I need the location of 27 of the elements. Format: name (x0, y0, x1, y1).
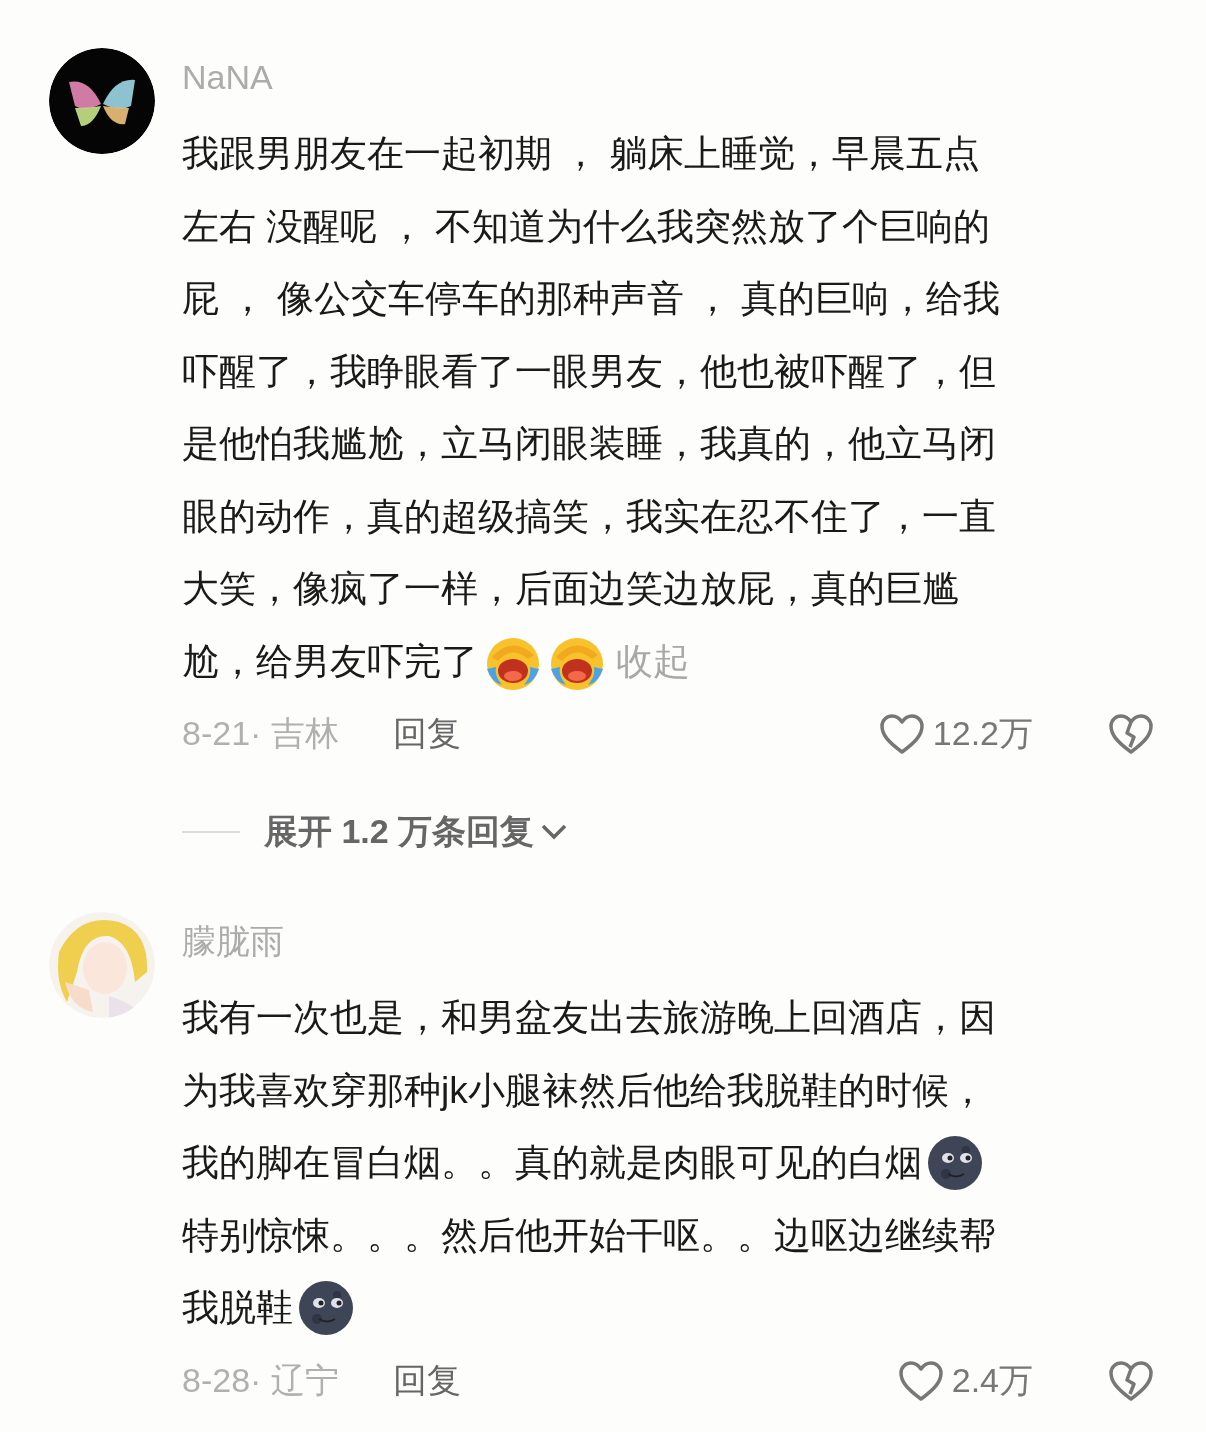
comment-text: 我的脚在冒白烟。。真的就是肉眼可见的白烟 (182, 1141, 922, 1186)
like-count: 2.4万 (951, 1359, 1033, 1401)
reply-button[interactable]: 回复 (392, 711, 461, 757)
moon-face-icon (297, 1279, 355, 1338)
heart-icon[interactable] (897, 1359, 944, 1402)
comment-text: 是他怕我尴尬，立马闭眼装睡，我真的，他立马闭 (182, 422, 996, 467)
moon-face-icon (926, 1134, 984, 1193)
reply-button[interactable]: 回复 (392, 1357, 461, 1404)
comment-text: 大笑，像疯了一样，后面边笑边放屁，真的巨尴 (182, 567, 959, 612)
like-count: 12.2万 (932, 713, 1033, 754)
comment-text: 吓醒了，我睁眼看了一眼男友，他也被吓醒了，但 (182, 349, 996, 394)
comment-text: 左右 没醒呢 ， 不知道为什么我突然放了个巨响的 (182, 204, 990, 249)
comment-text: 我跟男朋友在一起初期 ， 躺床上睡觉，早晨五点 (182, 132, 980, 177)
comment-text: 尬，给男友吓完了 (182, 639, 478, 684)
chevron-down-icon (540, 823, 569, 841)
comment-text: 我脱鞋 (182, 1286, 293, 1331)
expand-replies-button[interactable]: 展开 1.2 万条回复 (264, 809, 569, 855)
comment-text: 特别惊悚。。。然后他开始干呕。。边呕边继续帮 (182, 1213, 996, 1258)
comment-text: 为我喜欢穿那种jk小腿袜然后他给我脱鞋的时候， (182, 1068, 986, 1113)
date-location: 8-28· 辽宁 (182, 1359, 339, 1401)
date-location: 8-21· 吉林 (182, 713, 339, 754)
comment-text: 屁 ， 像公交车停车的那种声音 ， 真的巨响，给我 (182, 277, 1001, 322)
comment-text: 我有一次也是，和男盆友出去旅游晚上回酒店，因 (182, 996, 996, 1041)
heart-icon[interactable] (878, 713, 925, 755)
broken-heart-icon[interactable] (1108, 1359, 1154, 1402)
broken-heart-icon[interactable] (1108, 713, 1154, 755)
comment-text: 眼的动作，真的超级搞笑，我实在忍不住了，一直 (182, 494, 996, 539)
